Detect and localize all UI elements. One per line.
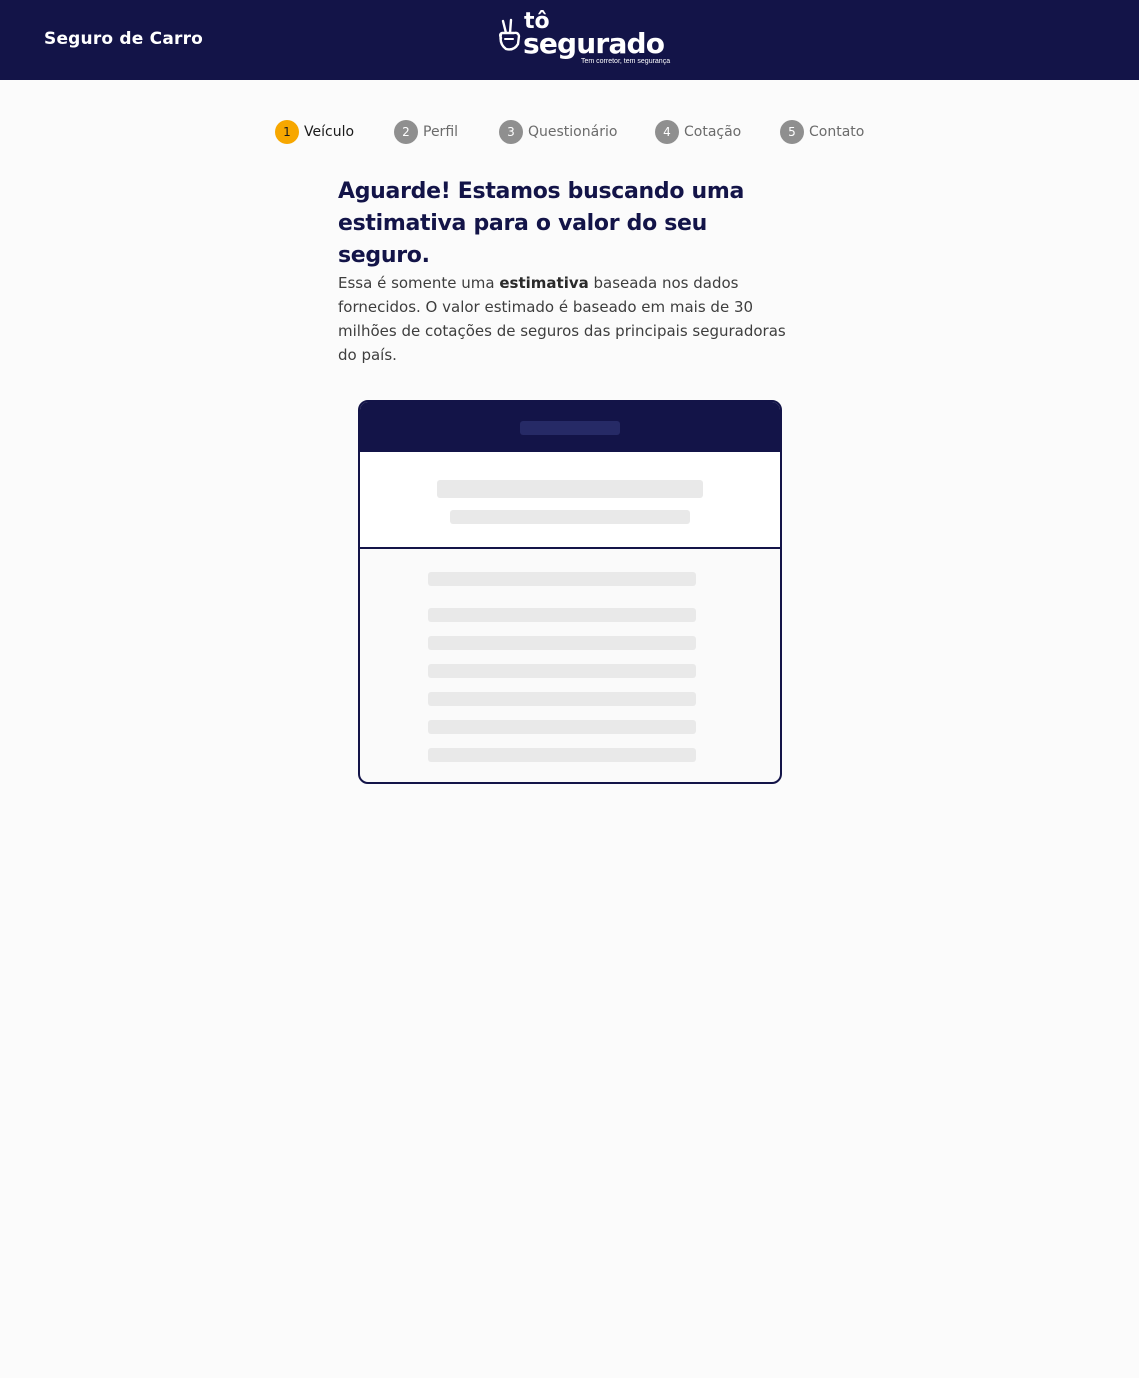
brand-logo[interactable]: tô segurado Tem corretor, tem segurança — [496, 10, 676, 70]
step-questionario[interactable]: 3 Questionário — [499, 120, 617, 144]
product-title: Seguro de Carro — [44, 29, 204, 49]
description-emphasis: estimativa — [499, 274, 589, 292]
skeleton-line — [428, 692, 696, 706]
skeleton-line — [428, 608, 696, 622]
skeleton-line — [428, 664, 696, 678]
loading-card-header — [360, 402, 780, 452]
skeleton-line — [450, 510, 690, 524]
step-cotacao[interactable]: 4 Cotação — [655, 120, 741, 144]
step-label: Veículo — [304, 124, 355, 140]
logo-tagline: Tem corretor, tem segurança — [581, 58, 671, 65]
description-text-start: Essa é somente uma — [338, 274, 500, 292]
peace-hand-icon — [499, 18, 521, 51]
estimate-description: Essa é somente uma estimativa baseada no… — [338, 271, 788, 367]
step-number: 1 — [275, 120, 299, 144]
step-number: 4 — [655, 120, 679, 144]
step-label: Questionário — [528, 124, 618, 140]
step-number: 2 — [394, 120, 418, 144]
step-perfil[interactable]: 2 Perfil — [394, 120, 458, 144]
skeleton-line — [428, 572, 696, 586]
step-label: Cotação — [684, 124, 742, 140]
loading-card-summary — [360, 452, 780, 549]
skeleton-title — [520, 421, 620, 435]
skeleton-line — [437, 480, 703, 498]
step-number: 3 — [499, 120, 523, 144]
skeleton-line — [428, 636, 696, 650]
skeleton-line — [428, 720, 696, 734]
step-number: 5 — [780, 120, 804, 144]
skeleton-line — [428, 748, 696, 762]
step-contato[interactable]: 5 Contato — [780, 120, 864, 144]
progress-stepper: 1 Veículo 2 Perfil 3 Questionário 4 Cota… — [0, 120, 1139, 144]
page-title: Aguarde! Estamos buscando uma estimativa… — [338, 179, 745, 268]
top-bar: Seguro de Carro tô segurado Tem corretor… — [0, 0, 1139, 80]
logo-line2: segurado — [523, 27, 665, 60]
loading-quote-card — [358, 400, 782, 784]
step-label: Contato — [809, 124, 865, 140]
step-veiculo[interactable]: 1 Veículo — [275, 120, 354, 144]
step-label: Perfil — [423, 124, 459, 140]
